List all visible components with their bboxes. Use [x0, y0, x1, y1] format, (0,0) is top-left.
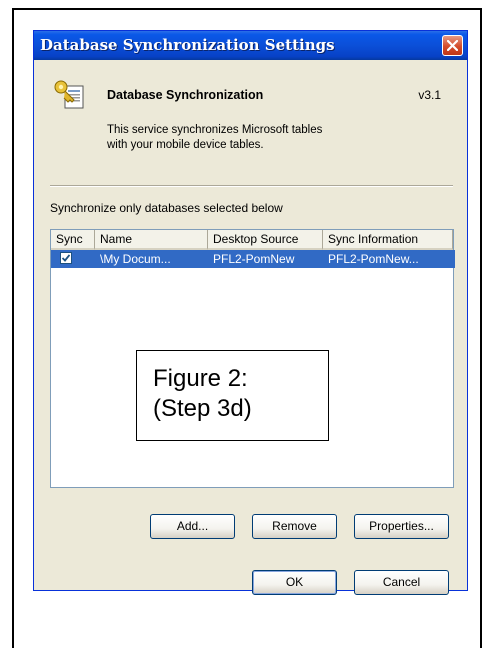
- remove-button[interactable]: Remove: [252, 514, 337, 539]
- title-bar[interactable]: Database Synchronization Settings: [34, 31, 467, 60]
- checkmark-icon: [62, 254, 70, 262]
- ok-button[interactable]: OK: [252, 570, 337, 595]
- figure-caption-line-2: (Step 3d): [153, 395, 252, 422]
- app-name: Database Synchronization: [107, 88, 264, 102]
- figure-caption-box: Figure 2: (Step 3d): [136, 350, 329, 441]
- row-sync-information: PFL2-PomNew...: [328, 252, 419, 266]
- close-button[interactable]: [442, 35, 463, 56]
- list-header: Sync Name Desktop Source Sync Informatio…: [51, 230, 453, 250]
- row-name: \My Docum...: [100, 252, 171, 266]
- separator: [50, 185, 453, 187]
- sync-checkbox[interactable]: [60, 252, 72, 264]
- description-line-1: This service synchronizes Microsoft tabl…: [107, 124, 323, 136]
- dialog-content: Database Synchronization v3.1 This servi…: [34, 60, 467, 595]
- column-header-sync-information[interactable]: Sync Information: [323, 230, 453, 250]
- version-label: v3.1: [418, 88, 441, 102]
- add-button[interactable]: Add...: [150, 514, 235, 539]
- column-header-desktop-source[interactable]: Desktop Source: [208, 230, 323, 250]
- close-icon: [447, 40, 458, 51]
- cancel-button[interactable]: Cancel: [354, 570, 449, 595]
- properties-button[interactable]: Properties...: [354, 514, 449, 539]
- column-header-name[interactable]: Name: [95, 230, 208, 250]
- figure-caption-line-1: Figure 2:: [153, 365, 248, 392]
- window-title: Database Synchronization Settings: [40, 36, 335, 54]
- table-row[interactable]: \My Docum... PFL2-PomNew PFL2-PomNew...: [51, 250, 455, 268]
- description-line-2: with your mobile device tables.: [107, 139, 264, 151]
- settings-dialog: Database Synchronization Settings Databa…: [33, 30, 468, 595]
- list-label: Synchronize only databases selected belo…: [50, 201, 283, 215]
- row-desktop-source: PFL2-PomNew: [213, 252, 295, 266]
- database-sync-icon: [54, 80, 84, 109]
- column-header-sync[interactable]: Sync: [51, 230, 95, 250]
- service-description: This service synchronizes Microsoft tabl…: [107, 123, 427, 153]
